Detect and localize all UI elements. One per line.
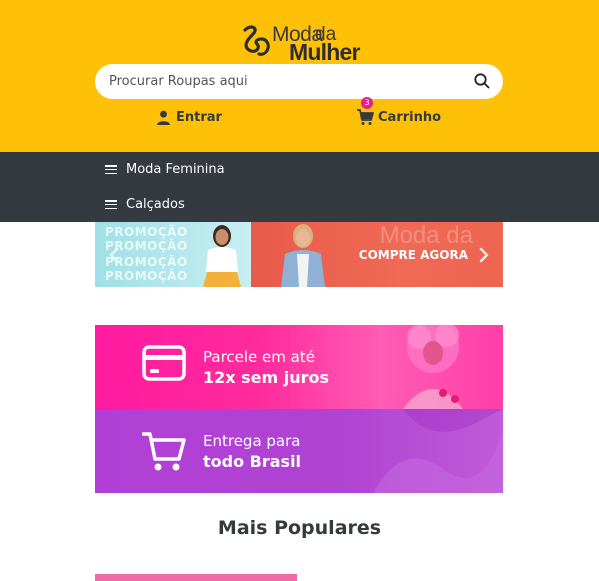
promo-slide-right: Moda da COMPRE AGORA (251, 222, 503, 287)
installments-line1: Parcele em até (203, 348, 315, 366)
model-photo (403, 325, 463, 409)
shopping-cart-icon (142, 432, 186, 471)
login-label: Entrar (176, 109, 222, 125)
site-header: Moda da Mulher Entrar 3 Ca (0, 0, 599, 152)
shop-now-button[interactable]: COMPRE AGORA (359, 248, 468, 262)
model-photo (281, 224, 325, 287)
chevron-right-icon[interactable] (477, 246, 491, 264)
section-title-popular: Mais Populares (217, 517, 382, 539)
promo-watermark: Moda da (379, 222, 473, 249)
promo-carousel[interactable]: PROMOÇÃO PROMOÇÃO PROMOÇÃO PROMOÇÃO Moda… (95, 222, 503, 287)
installments-banner: Parcele em até 12x sem juros (95, 325, 503, 409)
nav-item-moda-feminina[interactable]: Moda Feminina (105, 152, 225, 187)
chevron-left-icon[interactable] (107, 246, 121, 264)
cart-label: Carrinho (378, 109, 442, 125)
menu-icon (105, 200, 117, 209)
search-input[interactable] (109, 64, 459, 99)
cart-icon-wrap: 3 (356, 97, 374, 126)
search-button[interactable] (473, 72, 493, 92)
cart-link[interactable]: 3 Carrinho (356, 97, 442, 127)
shipping-banner: Entrega para todo Brasil (95, 409, 503, 493)
nav-item-label: Calçados (126, 197, 185, 212)
nav-item-calcados[interactable]: Calçados (105, 187, 185, 222)
product-card[interactable] (95, 574, 297, 581)
cart-count-badge: 3 (361, 97, 373, 109)
nav-item-label: Moda Feminina (126, 162, 225, 177)
search-icon (474, 73, 490, 89)
menu-icon (105, 165, 117, 174)
decorative-pattern (373, 409, 503, 493)
login-link[interactable]: Entrar (156, 107, 222, 127)
shipping-line2: todo Brasil (203, 452, 302, 471)
site-logo[interactable]: Moda da Mulher (241, 22, 361, 65)
category-nav: Moda Feminina Calçados (0, 152, 599, 222)
search-bar (95, 64, 503, 99)
promo-text: PROMOÇÃO (105, 269, 188, 283)
user-icon (157, 110, 170, 125)
shopping-cart-icon (357, 109, 374, 125)
model-photo (203, 225, 241, 287)
promo-text: PROMOÇÃO (105, 225, 188, 239)
shipping-line1: Entrega para (203, 432, 301, 450)
logo-swirl-icon (243, 25, 270, 56)
installments-line2: 12x sem juros (203, 368, 330, 387)
logo-word-mulher: Mulher (289, 39, 360, 65)
credit-card-icon (142, 345, 186, 381)
